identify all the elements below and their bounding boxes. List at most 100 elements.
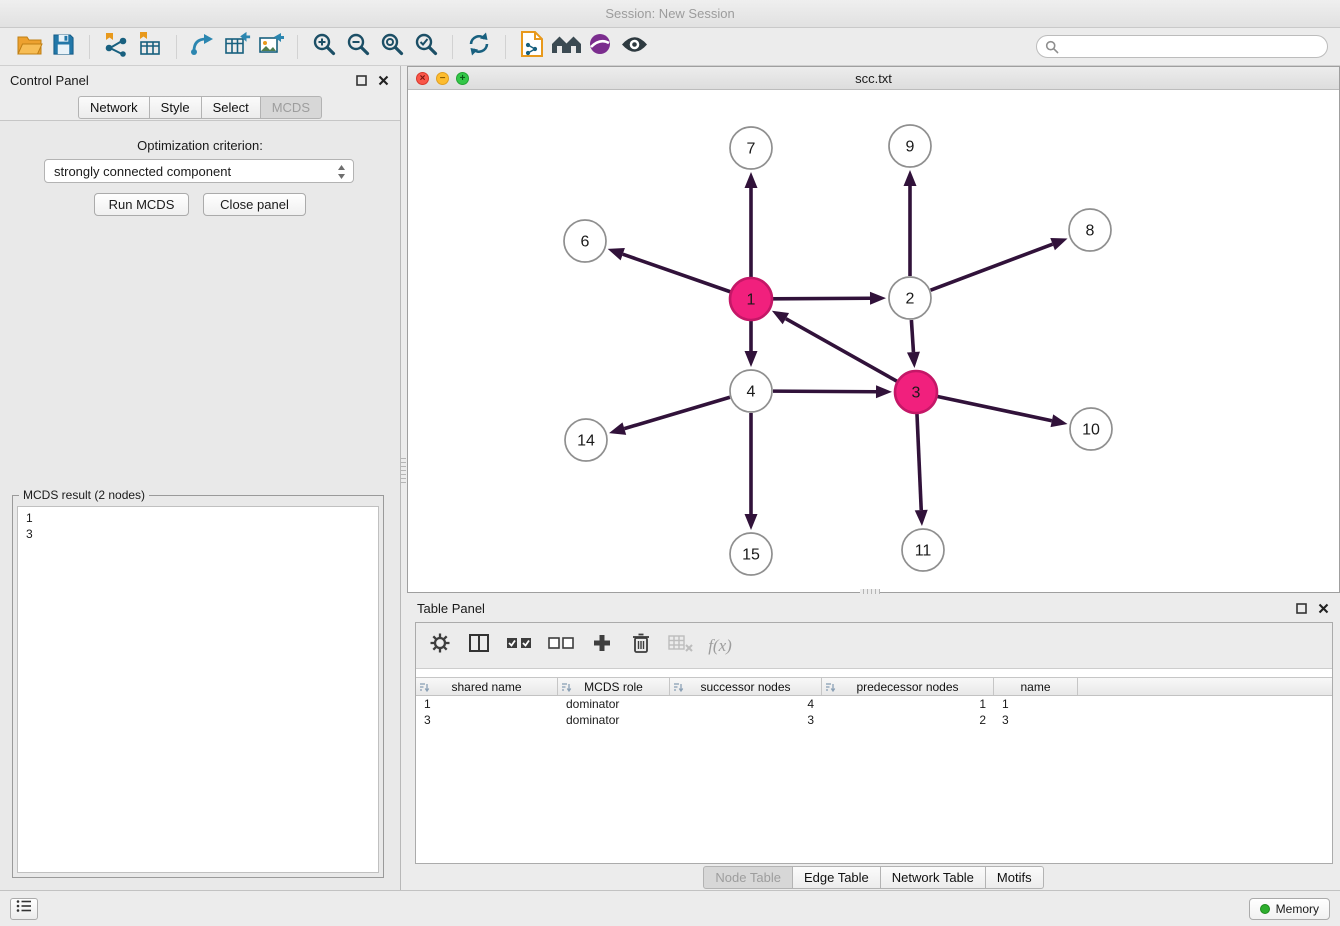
graph-node-label: 14	[577, 433, 595, 450]
table-panel-window-buttons	[1295, 602, 1330, 615]
vertical-splitter[interactable]	[401, 455, 406, 483]
control-panel-title: Control Panel	[10, 73, 89, 88]
function-builder-button: f(x)	[708, 632, 732, 660]
eye-icon	[620, 35, 649, 59]
graph-node-label: 8	[1086, 223, 1095, 240]
tab-select[interactable]: Select	[202, 96, 261, 119]
graph-edge-4-14[interactable]	[624, 397, 730, 428]
style-brush-button[interactable]	[583, 32, 617, 62]
selected-option: strongly connected component	[54, 164, 231, 179]
tab-network-table[interactable]: Network Table	[881, 866, 986, 889]
open-file-button[interactable]	[12, 32, 46, 62]
table-panel-header: Table Panel	[407, 595, 1340, 621]
zoom-out-button[interactable]	[341, 32, 375, 62]
float-panel-icon[interactable]	[1295, 602, 1308, 615]
table-mode-button[interactable]	[428, 632, 452, 660]
column-header-successor-nodes[interactable]: successor nodes	[670, 678, 822, 695]
select-all-button[interactable]	[506, 632, 533, 660]
toolbar-separator	[89, 35, 90, 59]
homes-icon	[551, 32, 582, 61]
memory-button[interactable]: Memory	[1249, 898, 1330, 920]
graph-node-label: 4	[747, 384, 756, 401]
cell-mcds-role: dominator	[558, 712, 670, 728]
close-panel-icon[interactable]	[1317, 602, 1330, 615]
horizontal-splitter[interactable]	[860, 589, 880, 594]
export-table-button[interactable]	[220, 32, 254, 62]
memory-status-icon	[1260, 904, 1270, 914]
tab-style[interactable]: Style	[150, 96, 202, 119]
network-document-button[interactable]	[515, 32, 549, 62]
select-columns-button[interactable]	[467, 632, 491, 660]
control-panel-window-buttons	[355, 74, 390, 87]
close-panel-button[interactable]: Close panel	[203, 193, 306, 216]
maximize-window-icon[interactable]: +	[456, 72, 469, 85]
columns-icon	[468, 632, 490, 659]
export-image-button[interactable]	[254, 32, 288, 62]
delete-columns-button[interactable]	[629, 632, 653, 660]
show-hide-button[interactable]	[617, 32, 651, 62]
import-table-button[interactable]	[133, 32, 167, 62]
graph-node-label: 6	[581, 234, 590, 251]
export-network-button[interactable]	[186, 32, 220, 62]
cell-successor-nodes: 4	[670, 696, 822, 712]
tab-edge-table[interactable]: Edge Table	[793, 866, 881, 889]
graph-node-label: 7	[747, 141, 756, 158]
deselect-all-button[interactable]	[548, 632, 575, 660]
graph-edge-2-3[interactable]	[911, 320, 913, 352]
zoom-fit-icon	[380, 32, 405, 62]
zoom-selected-button[interactable]	[409, 32, 443, 62]
tab-node-table[interactable]: Node Table	[703, 866, 793, 889]
graph-node-label: 3	[912, 385, 921, 402]
run-mcds-button[interactable]: Run MCDS	[94, 193, 189, 216]
save-session-button[interactable]	[46, 32, 80, 62]
tab-mcds[interactable]: MCDS	[261, 96, 322, 119]
column-header-predecessor-nodes[interactable]: predecessor nodes	[822, 678, 994, 695]
home-layout-button[interactable]	[549, 32, 583, 62]
network-window-titlebar[interactable]: × − + scc.txt	[408, 67, 1339, 90]
table-panel-title: Table Panel	[417, 601, 485, 616]
minimize-window-icon[interactable]: −	[436, 72, 449, 85]
graph-arrowhead	[745, 514, 758, 530]
task-history-button[interactable]	[10, 898, 38, 920]
mcds-panel: Optimization criterion: strongly connect…	[0, 120, 400, 890]
optimization-criterion-label: Optimization criterion:	[0, 138, 400, 153]
export-table-icon	[224, 31, 251, 62]
graph-edge-3-10[interactable]	[938, 397, 1052, 421]
cell-successor-nodes: 3	[670, 712, 822, 728]
graph-edge-1-6[interactable]	[623, 254, 730, 292]
cell-predecessor-nodes: 2	[822, 712, 994, 728]
control-panel-tabs: Network Style Select MCDS	[0, 96, 400, 119]
close-window-icon[interactable]: ×	[416, 72, 429, 85]
graph-edge-2-8[interactable]	[931, 244, 1053, 290]
cell-predecessor-nodes: 1	[822, 696, 994, 712]
sort-icon	[419, 682, 430, 696]
graph-edge-3-11[interactable]	[917, 414, 921, 510]
refresh-view-button[interactable]	[462, 32, 496, 62]
graph-edge-3-1[interactable]	[786, 319, 897, 382]
tab-network[interactable]: Network	[78, 96, 150, 119]
column-header-name[interactable]: name	[994, 678, 1078, 695]
column-header-shared-name[interactable]: shared name	[416, 678, 558, 695]
graph-node-label: 1	[747, 292, 756, 309]
cell-name: 3	[994, 712, 1078, 728]
tab-motifs[interactable]: Motifs	[986, 866, 1044, 889]
float-panel-icon[interactable]	[355, 74, 368, 87]
import-network-button[interactable]	[99, 32, 133, 62]
network-canvas[interactable]: 7968124314101511	[408, 90, 1339, 592]
control-panel: Control Panel Network Style Select MCDS …	[0, 66, 401, 890]
mcds-result-list[interactable]: 1 3	[17, 506, 379, 873]
graph-edge-4-3[interactable]	[773, 391, 876, 392]
optimization-criterion-select[interactable]: strongly connected component	[44, 159, 354, 183]
zoom-fit-button[interactable]	[375, 32, 409, 62]
search-input[interactable]	[1036, 35, 1328, 58]
network-graph[interactable]: 7968124314101511	[408, 90, 1339, 592]
column-header-mcds-role[interactable]: MCDS role	[558, 678, 670, 695]
create-column-button[interactable]	[590, 632, 614, 660]
graph-edge-1-2[interactable]	[773, 298, 870, 299]
table-row[interactable]: 1 dominator 4 1 1	[416, 696, 1332, 712]
close-panel-icon[interactable]	[377, 74, 390, 87]
zoom-in-button[interactable]	[307, 32, 341, 62]
table-row[interactable]: 3 dominator 3 2 3	[416, 712, 1332, 728]
toolbar-separator	[452, 35, 453, 59]
main-toolbar	[0, 28, 1340, 66]
